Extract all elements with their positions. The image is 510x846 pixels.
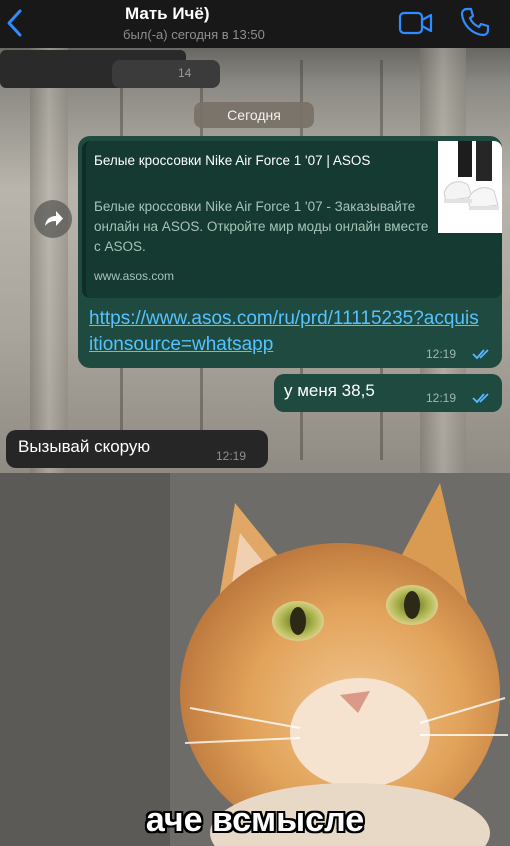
video-camera-icon: [398, 11, 433, 35]
link-preview-domain: www.asos.com: [94, 269, 175, 283]
message-time: 12:19: [426, 391, 457, 405]
message-text: у меня 38,5: [284, 381, 375, 400]
voice-call-button[interactable]: [459, 6, 491, 38]
link-preview-description: Белые кроссовки Nike Air Force 1 '07 - З…: [94, 199, 429, 254]
double-check-icon: [472, 393, 489, 404]
forward-arrow-icon: [45, 211, 63, 226]
chat-header: Мать Ичё) был(-а) сегодня в 13:50: [0, 0, 510, 48]
message-text: Вызывай скорую: [18, 437, 151, 456]
message-time: 12:19: [426, 347, 457, 361]
link-preview-thumbnail: [438, 141, 502, 233]
message-link[interactable]: https://www.asos.com/ru/prd/11115235?acq…: [89, 306, 479, 358]
message-time: 12:19: [216, 449, 247, 463]
chevron-left-icon: [7, 9, 22, 37]
redacted-message-bubble[interactable]: [112, 60, 220, 88]
meme-caption: аче всмысле: [145, 801, 365, 839]
phone-icon: [460, 7, 490, 37]
background-pillar: [30, 40, 68, 473]
chat-screen: Мать Ичё) был(-а) сегодня в 13:50 14 Сег…: [0, 0, 510, 473]
sneakers-image: [443, 141, 499, 210]
link-preview-card[interactable]: Белые кроссовки Nike Air Force 1 '07 | A…: [82, 141, 502, 298]
back-button[interactable]: [2, 6, 28, 40]
last-seen-status: был(-а) сегодня в 13:50: [123, 27, 265, 42]
cat-photo: [0, 473, 510, 846]
forward-button[interactable]: [34, 200, 72, 238]
link-preview-title: Белые кроссовки Nike Air Force 1 '07 | A…: [94, 153, 371, 168]
date-badge: Сегодня: [194, 102, 314, 128]
video-call-button[interactable]: [398, 10, 434, 36]
cat-meme: аче всмысле: [0, 473, 510, 846]
contact-name[interactable]: Мать Ичё): [125, 4, 210, 24]
double-check-icon: [472, 349, 489, 360]
message-time: 14: [178, 66, 192, 80]
